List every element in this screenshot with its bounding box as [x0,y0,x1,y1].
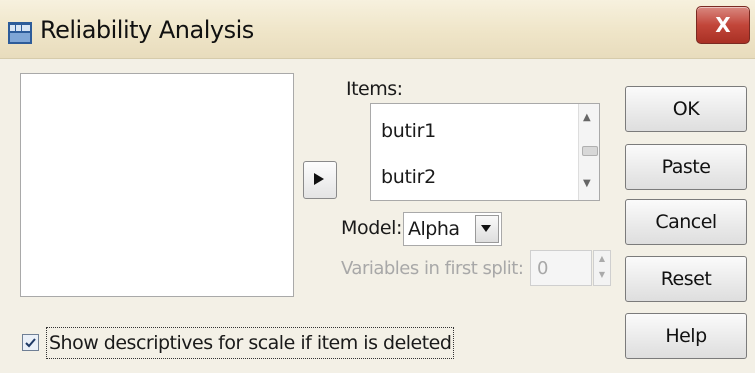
move-to-items-button[interactable] [303,161,337,199]
model-selected-value: Alpha [408,218,460,240]
items-label: Items: [346,78,403,100]
spin-up-icon: ▲ [598,254,606,263]
title-bar: Reliability Analysis X [0,0,755,59]
help-button[interactable]: Help [625,313,747,359]
model-dropdown-button[interactable] [475,215,499,243]
items-list[interactable]: butir1 butir2 ▲ ▼ [370,103,600,201]
split-spinner: ▲ ▼ [593,250,611,286]
chevron-down-icon [481,225,491,232]
cancel-button[interactable]: Cancel [625,199,747,245]
reset-button[interactable]: Reset [625,256,747,302]
list-item[interactable]: butir2 [381,166,436,188]
spin-down-icon: ▼ [598,270,606,279]
scroll-thumb[interactable] [582,146,598,156]
list-item[interactable]: butir1 [381,120,436,142]
split-input: 0 [530,250,592,286]
descriptives-checkbox-label[interactable]: Show descriptives for scale if item is d… [46,327,455,359]
descriptives-checkbox[interactable] [22,334,39,351]
items-scrollbar[interactable]: ▲ ▼ [578,104,599,200]
model-dropdown[interactable]: Alpha [403,212,502,246]
paste-button[interactable]: Paste [625,144,747,190]
checkmark-icon [25,338,36,348]
window-title: Reliability Analysis [40,16,254,44]
spss-app-icon [8,22,32,44]
close-button[interactable]: X [696,6,750,44]
scroll-down-arrow-icon[interactable]: ▼ [583,178,591,189]
ok-button[interactable]: OK [625,86,747,132]
arrow-right-icon [314,173,324,185]
source-variable-list[interactable] [20,73,294,297]
scroll-up-arrow-icon[interactable]: ▲ [583,112,591,123]
model-label: Model: [341,217,403,239]
split-label: Variables in first split: [341,258,524,279]
split-value: 0 [537,258,549,279]
